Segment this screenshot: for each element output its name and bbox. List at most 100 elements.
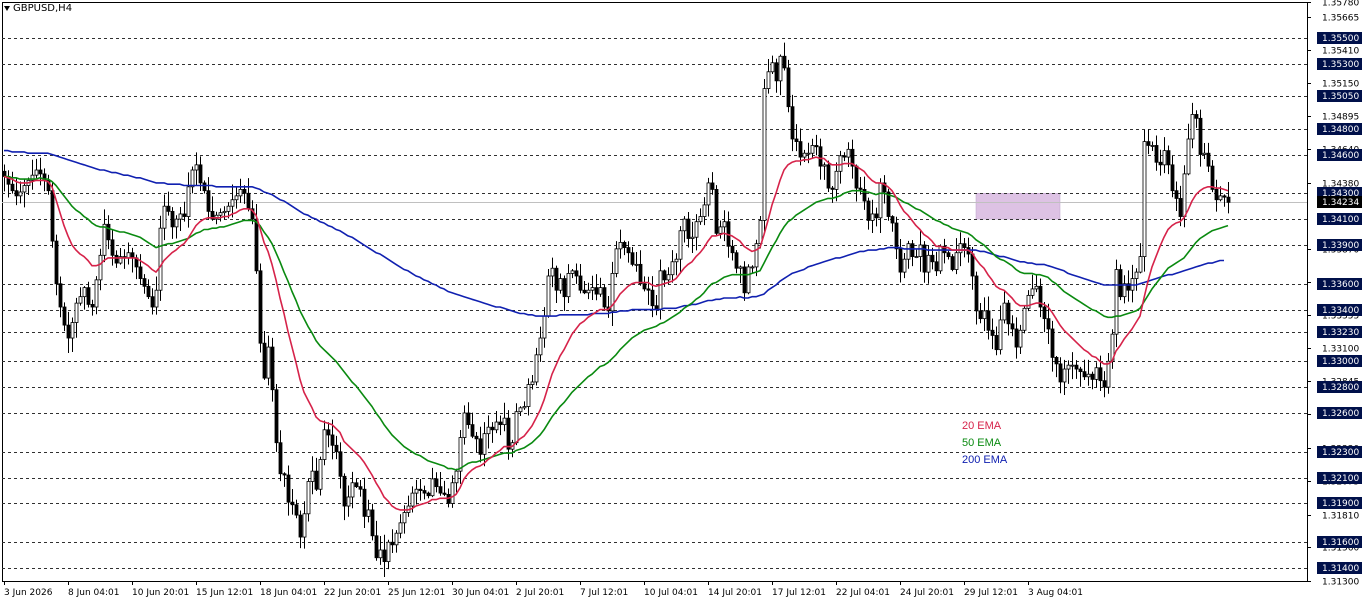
candle-body-bear <box>106 223 111 241</box>
candle-body-bull <box>958 243 963 254</box>
candle-body-bull <box>366 509 371 517</box>
candle-body-bear <box>686 218 691 239</box>
candle-body-bull <box>802 152 807 158</box>
candle-body-bear <box>114 254 119 264</box>
candle-body-bear <box>582 289 587 294</box>
candle-body-bear <box>150 296 155 308</box>
candle-body-bear <box>242 188 247 194</box>
symbol-label[interactable]: GBPUSD,H4 <box>4 3 72 14</box>
level-label: 1.32800 <box>1322 383 1359 393</box>
candle-body-bear <box>62 306 67 326</box>
time-label: 17 Jul 12:01 <box>772 588 826 598</box>
candle-body-bear <box>646 288 651 291</box>
candle-body-bear <box>574 270 579 277</box>
candle-body-bull <box>1018 329 1023 348</box>
candle-body-bull <box>194 164 199 171</box>
time-label: 2 Jul 20:01 <box>516 588 564 598</box>
candle-body-bull <box>230 199 235 207</box>
candle-body-bear <box>774 62 779 82</box>
time-label: 10 Jul 04:01 <box>644 588 698 598</box>
candle-body-bull <box>102 223 107 256</box>
candle-body-bull <box>226 205 231 212</box>
candle-body-bear <box>994 335 999 351</box>
candle-body-bull <box>402 512 407 524</box>
price-chart[interactable]: 1.35780 1.35665 1.35410 1.35150 1.34895 1.346… <box>0 0 1362 603</box>
candle-body-bear <box>986 310 991 331</box>
candle-body-bear <box>854 165 859 189</box>
candle-body-bull <box>694 221 699 238</box>
level-label: 1.31900 <box>1322 499 1359 509</box>
candle-body-bear <box>602 287 607 308</box>
candle-body-bear <box>1074 364 1079 370</box>
candle-body-bull <box>902 258 907 273</box>
candle-body-bull <box>162 205 167 229</box>
candle-body-bear <box>1222 195 1227 198</box>
candle-body-bull <box>1030 288 1035 296</box>
level-label: 1.34600 <box>1322 151 1359 161</box>
legend-ema200: 200 EMA <box>962 454 1008 466</box>
candle-body-bull <box>1106 360 1111 388</box>
current-price-label: 1.34234 <box>1322 198 1359 208</box>
candle-body-bear <box>950 256 955 270</box>
candle-body-bear <box>270 346 275 391</box>
candle-body-bear <box>490 426 495 431</box>
candle-body-bull <box>1150 145 1155 147</box>
highlight-zone <box>975 193 1061 220</box>
candle-body-bull <box>378 549 383 559</box>
level-label: 1.33900 <box>1322 241 1359 251</box>
candle-body-bear <box>506 417 511 450</box>
legend-ema20: 20 EMA <box>962 420 1002 432</box>
candle-body-bull <box>550 267 555 277</box>
time-label: 30 Jun 04:01 <box>452 588 509 598</box>
candle-body-bear <box>946 252 951 258</box>
candle-body-bear <box>330 434 335 446</box>
candle-body-bear <box>710 182 715 190</box>
candle-body-bear <box>826 164 831 189</box>
chevron-down-icon[interactable] <box>4 6 10 11</box>
candle-body-bull <box>450 482 455 504</box>
candle-body-bull <box>398 522 403 534</box>
candle-body-bear <box>90 304 95 308</box>
candle-body-bull <box>618 241 623 250</box>
candle-body-bear <box>294 504 299 516</box>
ema-legend: 20 EMA 50 EMA 200 EMA <box>962 418 1007 469</box>
candle-body-bear <box>1058 363 1063 383</box>
candle-body-bear <box>362 488 367 517</box>
candle-body-bear <box>842 155 847 158</box>
time-label: 22 Jul 04:01 <box>836 588 890 598</box>
candle-body-bear <box>1042 306 1047 320</box>
candle-body-bull <box>1162 150 1167 166</box>
candle-body-bear <box>326 429 331 436</box>
candle-body-bull <box>514 411 519 444</box>
candle-body-bull <box>846 148 851 158</box>
candle-body-bear <box>782 55 787 69</box>
candle-body-bear <box>1098 367 1103 382</box>
level-label: 1.31600 <box>1322 538 1359 548</box>
candle-body-bear <box>354 482 359 488</box>
candle-body-bear <box>790 106 795 140</box>
candle-body-bear <box>1054 357 1059 365</box>
candle-body-bull <box>914 256 919 259</box>
price-tick-label: 1.31300 <box>1322 578 1359 588</box>
candle-body-bear <box>786 67 791 108</box>
candle-body-bull <box>542 315 547 339</box>
candle-body-bull <box>222 210 227 214</box>
candle-body-bull <box>174 218 179 228</box>
candle-body-bear <box>282 473 287 476</box>
candle-body-bear <box>858 187 863 190</box>
candle-body-bull <box>614 248 619 274</box>
candle-body-bull <box>822 164 827 167</box>
candle-body-bull <box>482 433 487 455</box>
candle-body-bull <box>1186 138 1191 175</box>
level-label: 1.35300 <box>1322 60 1359 70</box>
level-label: 1.33000 <box>1322 357 1359 367</box>
candle-body-bull <box>698 216 703 223</box>
candle-body-bull <box>462 412 467 438</box>
candle-body-bear <box>1170 164 1175 192</box>
candle-body-bear <box>962 243 967 248</box>
candle-body-bull <box>34 169 39 176</box>
time-label: 18 Jun 04:01 <box>260 588 317 598</box>
candle-body-bull <box>702 204 707 217</box>
candle-body-bear <box>866 200 871 221</box>
candle-body-bull <box>722 221 727 228</box>
